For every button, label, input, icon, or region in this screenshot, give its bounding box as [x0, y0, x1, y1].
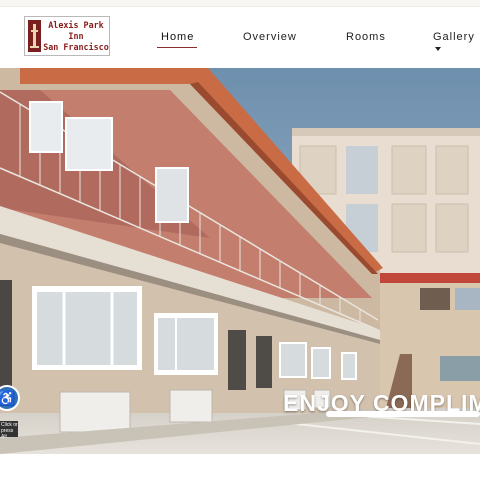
slide-progress-bar: [326, 411, 480, 417]
nav-gallery[interactable]: Gallery: [433, 31, 480, 55]
nav-gallery-label: Gallery: [433, 31, 475, 43]
brand-name: Alexis Park Inn San Francisco: [43, 20, 109, 53]
site-header: Alexis Park Inn San Francisco Home Overv…: [0, 7, 480, 68]
brand-name-line3: San Francisco: [43, 42, 109, 52]
brand-name-line2: Inn: [68, 31, 84, 41]
hero-slider[interactable]: ENJOY COMPLIM: [0, 68, 480, 454]
nav-rooms[interactable]: Rooms: [346, 31, 386, 43]
chevron-down-icon: [435, 47, 441, 52]
tower-logo-icon: [28, 20, 41, 52]
page-below-hero: [0, 454, 480, 480]
brand-logo[interactable]: Alexis Park Inn San Francisco: [24, 16, 110, 56]
brand-name-line1: Alexis Park: [48, 20, 104, 30]
nav-overview[interactable]: Overview: [243, 31, 297, 43]
accessibility-label[interactable]: Click or press Alt: [0, 421, 18, 437]
top-strip: [0, 0, 480, 7]
nav-home[interactable]: Home: [161, 31, 194, 43]
nav-active-underline: [157, 47, 197, 48]
